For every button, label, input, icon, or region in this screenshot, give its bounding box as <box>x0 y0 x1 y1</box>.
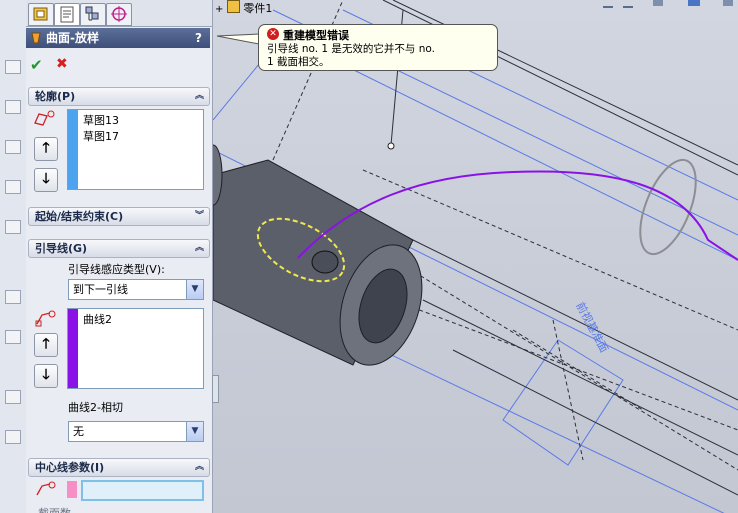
error-icon: ✕ <box>267 28 279 40</box>
arrow-down-icon: 🡓 <box>42 367 50 383</box>
tool-icon[interactable] <box>5 180 21 194</box>
start-end-constraints-header[interactable]: 起始/结束约束(C) ︾ <box>28 207 210 226</box>
profile-listbox[interactable]: 草图13 草图17 <box>67 109 204 190</box>
centerline-label: 中心线参数(I) <box>35 461 105 474</box>
start-end-constraints-label: 起始/结束约束(C) <box>35 210 124 223</box>
tool-icon[interactable] <box>5 100 21 114</box>
guide-listbox[interactable]: 曲线2 <box>67 308 204 389</box>
arrow-down-icon: 🡓 <box>42 171 50 187</box>
part-icon <box>226 0 240 13</box>
tooltip-message-line: 1 截面相交。 <box>267 56 330 68</box>
profile-item[interactable]: 草图17 <box>83 128 119 144</box>
tab-configuration-manager[interactable] <box>80 3 106 26</box>
profile-sketch-ellipse-2[interactable] <box>629 152 707 261</box>
tool-icon[interactable] <box>5 220 21 234</box>
tangency-value: 无 <box>73 425 84 438</box>
tool-icon[interactable] <box>5 140 21 154</box>
centerline-header[interactable]: 中心线参数(I) ︽ <box>28 458 210 477</box>
manager-tabs <box>26 0 212 27</box>
move-down-button[interactable]: 🡓 <box>34 168 58 192</box>
collapse-chevron-icon: ︽ <box>194 91 204 101</box>
guide-influence-label: 引导线感应类型(V): <box>68 263 165 276</box>
guide-influence-select[interactable]: 到下一引线 ▼ <box>68 279 204 300</box>
collapse-chevron-icon: ︽ <box>194 462 204 472</box>
chevron-down-icon[interactable]: ▼ <box>186 280 203 299</box>
tool-icon[interactable] <box>5 290 21 304</box>
centerline-color-swatch <box>67 481 77 498</box>
view-tool-icon[interactable] <box>688 0 700 6</box>
arrow-up-icon: 🡑 <box>42 140 50 156</box>
feature-title-bar: 曲面-放样 ? <box>26 28 210 48</box>
guide-curves-label: 引导线(G) <box>35 242 88 255</box>
view-tool-icon[interactable] <box>653 0 663 6</box>
guide-item[interactable]: 曲线2 <box>83 311 112 327</box>
view-tool-icon[interactable] <box>623 0 633 8</box>
feature-tree-icon <box>33 7 48 21</box>
point-marker[interactable] <box>387 142 395 150</box>
graphics-viewport[interactable]: 前视基准面 + 零件1 <box>213 0 738 513</box>
left-toolbar-strip <box>0 0 27 513</box>
rebuild-error-tooltip: ✕ 重建模型错误 引导线 no. 1 是无效的它并不与 no. 1 截面相交。 <box>258 24 498 71</box>
tab-dimxpert[interactable] <box>106 3 132 26</box>
profile-section-label: 轮廓(P) <box>35 90 76 103</box>
expand-chevron-icon: ︾ <box>194 211 204 221</box>
move-up-button[interactable]: 🡑 <box>34 333 58 357</box>
guide-color-stripe <box>68 309 78 388</box>
tab-feature-tree[interactable] <box>28 3 54 26</box>
help-icon[interactable]: ? <box>195 28 202 48</box>
model-canvas[interactable]: 前视基准面 <box>213 0 738 513</box>
centerline-input[interactable] <box>81 480 204 501</box>
plane-label: 前视基准面 <box>573 300 611 355</box>
part-name: 零件1 <box>243 2 273 15</box>
move-up-button[interactable]: 🡑 <box>34 137 58 161</box>
tab-property-manager[interactable] <box>54 3 80 26</box>
property-manager-icon <box>60 6 74 23</box>
configuration-icon <box>85 6 99 21</box>
chevron-down-icon[interactable]: ▼ <box>186 422 203 441</box>
dimxpert-icon <box>111 6 127 22</box>
tool-icon[interactable] <box>5 330 21 344</box>
guide-influence-value: 到下一引线 <box>73 283 128 296</box>
tool-icon[interactable] <box>5 60 21 74</box>
collapse-chevron-icon: ︽ <box>194 243 204 253</box>
feature-tree-root[interactable]: + 零件1 <box>215 0 272 16</box>
centerline-selection-icon <box>36 481 56 496</box>
construction-lines <box>382 0 738 496</box>
guide-curves-header[interactable]: 引导线(G) ︽ <box>28 239 210 258</box>
arrow-up-icon: 🡑 <box>42 336 50 352</box>
profile-item[interactable]: 草图13 <box>83 112 119 128</box>
feature-title: 曲面-放样 <box>46 31 99 45</box>
move-down-button[interactable]: 🡓 <box>34 364 58 388</box>
profile-color-stripe <box>68 110 78 189</box>
expand-plus-icon[interactable]: + <box>215 4 223 15</box>
tangency-label: 曲线2-相切 <box>68 401 123 414</box>
tool-icon[interactable] <box>5 390 21 404</box>
panel-splitter-handle[interactable] <box>212 375 219 403</box>
tool-icon[interactable] <box>5 430 21 444</box>
sections-label: 截面数 <box>38 505 71 513</box>
profile-selection-icon <box>34 110 55 126</box>
profile-section-header[interactable]: 轮廓(P) ︽ <box>28 87 210 106</box>
tangency-select[interactable]: 无 ▼ <box>68 421 204 442</box>
view-tool-icon[interactable] <box>603 0 613 8</box>
property-manager: 曲面-放样 ? ✔ ✖ 轮廓(P) ︽ 草图13 草图17 🡑 🡓 起始/结束约… <box>26 0 213 513</box>
guide-selection-icon <box>35 310 56 327</box>
ok-button[interactable]: ✔ <box>30 56 43 74</box>
cancel-button[interactable]: ✖ <box>56 56 68 72</box>
cylinder-body[interactable] <box>213 144 436 376</box>
view-tool-icon[interactable] <box>723 0 733 6</box>
loft-surface-icon <box>31 32 41 44</box>
